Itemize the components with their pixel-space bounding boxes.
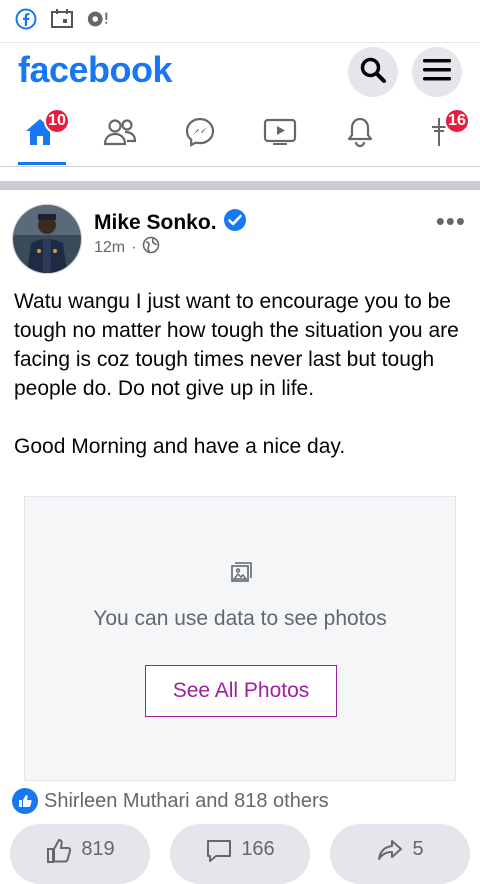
pages-badge: 16 (444, 108, 470, 134)
see-all-photos-button[interactable]: See All Photos (145, 665, 337, 717)
tab-messenger[interactable] (178, 114, 222, 154)
nav-bar: 10 16 (0, 100, 480, 167)
watch-icon (263, 118, 297, 151)
comment-button[interactable]: 166 (170, 824, 310, 884)
tab-home[interactable]: 10 (18, 108, 70, 154)
post-time[interactable]: 12m (94, 239, 125, 257)
facebook-icon (14, 7, 38, 31)
globe-icon (142, 236, 160, 259)
search-icon (359, 56, 387, 89)
share-button[interactable]: 5 (330, 824, 470, 884)
feed-separator (0, 181, 480, 190)
home-badge: 10 (44, 108, 70, 134)
share-icon (376, 838, 404, 870)
search-button[interactable] (348, 47, 398, 97)
avatar[interactable] (12, 204, 82, 274)
friends-icon (103, 117, 137, 152)
share-count: 5 (412, 838, 424, 860)
post-meta: 12m · (94, 236, 160, 259)
messenger-icon (184, 116, 216, 153)
menu-button[interactable] (412, 47, 462, 97)
photo-data-message: You can use data to see photos (93, 607, 387, 630)
bubble-icon (86, 7, 110, 31)
author-name[interactable]: Mike Sonko. (94, 211, 217, 235)
top-bar: facebook (0, 42, 480, 98)
tab-watch[interactable] (258, 114, 302, 154)
active-tab-indicator (18, 162, 66, 165)
like-reaction-icon (12, 788, 38, 814)
menu-icon (423, 58, 451, 87)
tab-pages[interactable]: 16 (418, 108, 470, 154)
photo-placeholder: You can use data to see photos See All P… (24, 496, 456, 781)
more-options-icon[interactable]: ••• (436, 208, 466, 234)
calendar-icon (50, 7, 74, 31)
reactions-summary[interactable]: Shirleen Muthari and 818 others (12, 788, 329, 814)
meta-dot: · (131, 238, 137, 256)
tab-friends[interactable] (98, 114, 142, 154)
bell-icon (345, 116, 375, 153)
facebook-logo[interactable]: facebook (18, 49, 173, 91)
post-author[interactable]: Mike Sonko. (94, 208, 247, 238)
post-text: Watu wangu I just want to encourage you … (14, 290, 459, 458)
comment-count: 166 (241, 838, 275, 860)
verified-icon (223, 208, 247, 238)
reactions-text: Shirleen Muthari and 818 others (44, 789, 329, 812)
thumbs-up-icon (45, 838, 73, 870)
comment-icon (205, 838, 233, 870)
like-count: 819 (81, 838, 115, 860)
feed-post: Mike Sonko. 12m · ••• Watu wangu I just … (0, 190, 480, 884)
status-bar (0, 0, 480, 38)
like-button[interactable]: 819 (10, 824, 150, 884)
image-icon (229, 561, 253, 585)
tab-notifications[interactable] (338, 114, 382, 154)
